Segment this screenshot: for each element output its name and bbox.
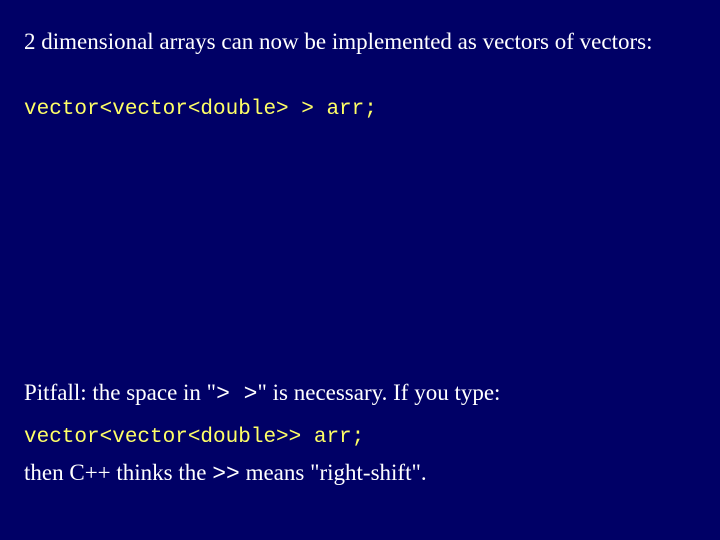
explanation-text: then C++ thinks the >> means "right-shif… xyxy=(24,459,696,489)
right-shift-symbol: >> xyxy=(212,461,240,487)
explanation-prefix: then C++ thinks the xyxy=(24,460,212,485)
pitfall-text: Pitfall: the space in "> >" is necessary… xyxy=(24,379,696,409)
slide: 2 dimensional arrays can now be implemen… xyxy=(0,0,720,540)
code-example-correct: vector<vector<double> > arr; xyxy=(24,98,696,121)
pitfall-text-suffix: " is necessary. If you type: xyxy=(258,380,501,405)
explanation-suffix: means "right-shift". xyxy=(240,460,427,485)
intro-text: 2 dimensional arrays can now be implemen… xyxy=(24,28,696,56)
pitfall-symbol: > > xyxy=(216,381,257,407)
code-example-wrong: vector<vector<double>> arr; xyxy=(24,426,696,449)
pitfall-text-prefix: Pitfall: the space in " xyxy=(24,380,216,405)
